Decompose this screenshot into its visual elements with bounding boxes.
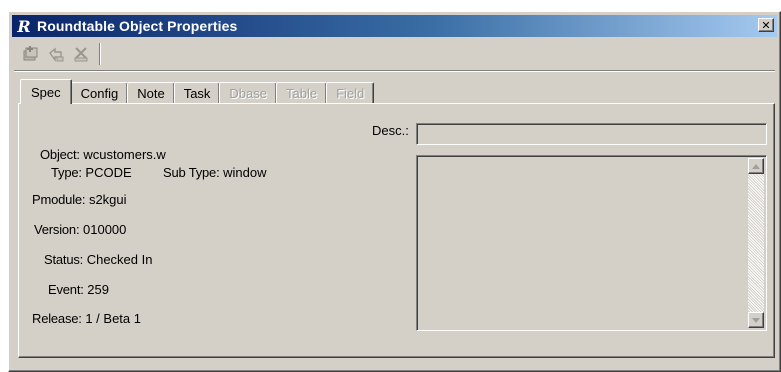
pmodule-value: s2kgui bbox=[88, 192, 127, 207]
desc-input[interactable] bbox=[416, 123, 767, 145]
tab-field[interactable]: Field bbox=[326, 82, 375, 104]
toolbar bbox=[14, 40, 134, 68]
version-label: Version: bbox=[34, 222, 80, 237]
scroll-down-button[interactable] bbox=[748, 312, 764, 328]
tab-strip: Spec Config Note Task Dbase Table Field bbox=[20, 79, 375, 104]
status-value: Checked In bbox=[86, 252, 153, 267]
pmodule-label: Pmodule: bbox=[32, 192, 86, 207]
type-label: Type: bbox=[51, 165, 82, 180]
roundtable-app-icon: R bbox=[17, 16, 31, 36]
version-value: 010000 bbox=[83, 222, 127, 237]
object-label: Object: bbox=[40, 147, 80, 162]
title-bar[interactable]: R Roundtable Object Properties ✕ bbox=[12, 15, 777, 37]
object-field: Object: wcustomers.w bbox=[40, 147, 166, 162]
notes-memo-box[interactable] bbox=[416, 155, 767, 331]
release-field: Release: 1 / Beta 1 bbox=[32, 311, 141, 326]
event-label: Event: bbox=[48, 282, 84, 297]
subtype-label: Sub Type: bbox=[163, 165, 220, 180]
tab-task[interactable]: Task bbox=[173, 82, 221, 104]
tab-note[interactable]: Note bbox=[127, 82, 175, 104]
delete-icon bbox=[74, 47, 88, 62]
toolbar-divider bbox=[14, 70, 775, 72]
event-value: 259 bbox=[87, 282, 109, 297]
add-object-button[interactable] bbox=[20, 43, 42, 65]
type-field: Type: PCODE bbox=[51, 165, 132, 180]
status-field: Status: Checked In bbox=[44, 252, 152, 267]
tab-table[interactable]: Table bbox=[276, 82, 328, 104]
version-field: Version: 010000 bbox=[34, 222, 126, 237]
pmodule-field: Pmodule: s2kgui bbox=[32, 192, 127, 207]
arrow-down-icon bbox=[752, 317, 760, 323]
event-field: Event: 259 bbox=[48, 282, 109, 297]
delete-button[interactable] bbox=[70, 43, 92, 65]
object-value: wcustomers.w bbox=[83, 147, 166, 162]
close-button[interactable]: ✕ bbox=[758, 18, 774, 32]
tab-dbase[interactable]: Dbase bbox=[219, 82, 277, 104]
type-value: PCODE bbox=[85, 165, 132, 180]
desc-label: Desc.: bbox=[372, 123, 409, 138]
toolbar-separator bbox=[99, 43, 101, 65]
subtype-field: Sub Type: window bbox=[163, 165, 267, 180]
arrow-up-icon bbox=[752, 163, 760, 169]
tab-config[interactable]: Config bbox=[70, 82, 129, 104]
undo-button[interactable] bbox=[45, 43, 67, 65]
subtype-value: window bbox=[223, 165, 267, 180]
window-title: Roundtable Object Properties bbox=[37, 18, 238, 34]
status-label: Status: bbox=[44, 252, 84, 267]
scroll-up-button[interactable] bbox=[748, 158, 764, 174]
memo-scrollbar[interactable] bbox=[748, 158, 764, 328]
release-value: 1 / Beta 1 bbox=[85, 311, 141, 326]
add-object-icon bbox=[23, 46, 38, 61]
undo-icon bbox=[49, 47, 64, 63]
tab-spec[interactable]: Spec bbox=[20, 79, 72, 104]
release-label: Release: bbox=[32, 311, 82, 326]
